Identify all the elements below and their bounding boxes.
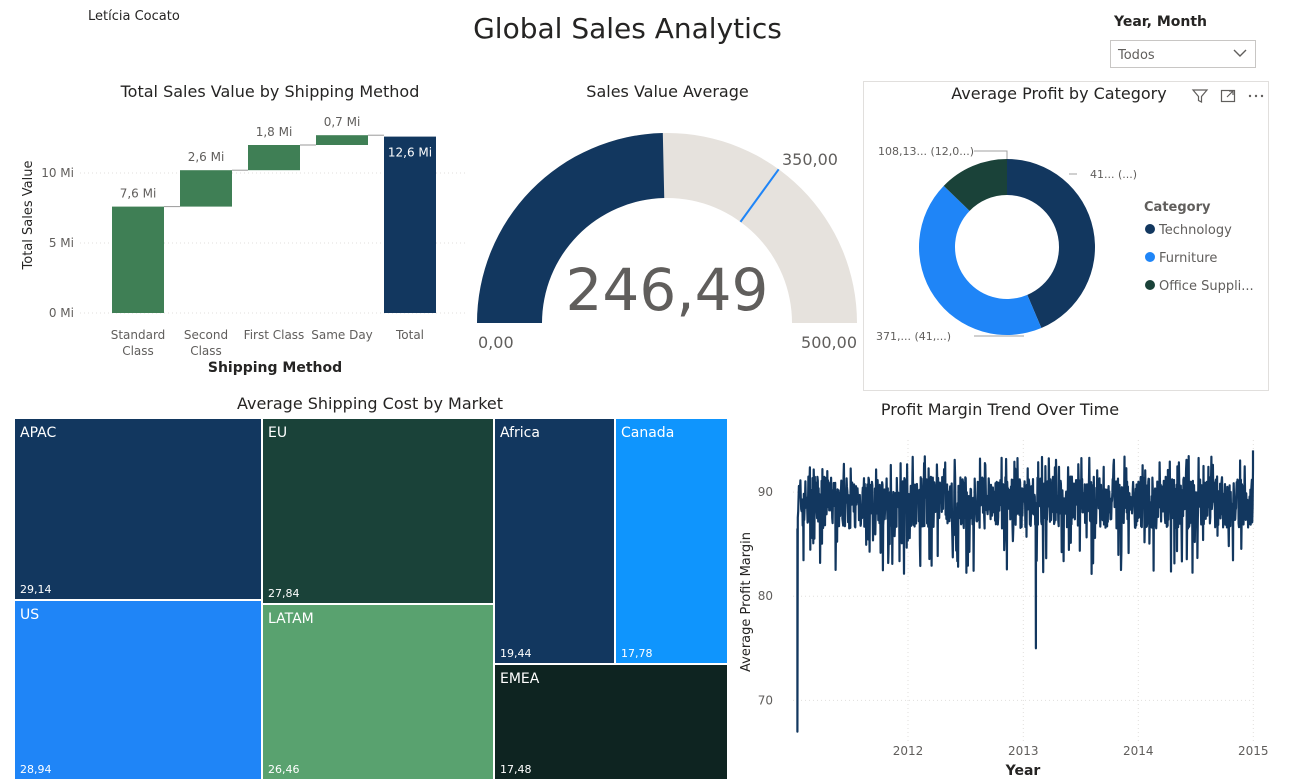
y-tick-label: 70	[758, 693, 773, 707]
x-axis-title: Shipping Method	[208, 360, 342, 376]
waterfall-bar	[112, 206, 164, 313]
year-month-slicer-dropdown[interactable]: Todos	[1110, 40, 1256, 68]
gauge-target-label: 350,00	[782, 150, 838, 169]
x-tick-label: Same Day	[311, 328, 373, 342]
x-tick-label: 2014	[1123, 744, 1154, 758]
treemap-cell-value: 27,84	[268, 587, 300, 600]
y-tick-label: 80	[758, 589, 773, 603]
treemap-cell-value: 17,48	[500, 763, 532, 776]
legend-item: Technology	[1158, 223, 1232, 238]
treemap-cell-value: 29,14	[20, 583, 52, 596]
data-label: 0,7 Mi	[324, 115, 361, 129]
y-axis-title: Total Sales Value	[21, 161, 36, 271]
treemap-cell-name: LATAM	[268, 611, 314, 627]
trend-title: Profit Margin Trend Over Time	[880, 400, 1120, 419]
treemap-cell-us[interactable]: US 28,94	[14, 600, 262, 780]
waterfall-title: Total Sales Value by Shipping Method	[120, 82, 420, 101]
x-tick-label: Class	[190, 344, 222, 358]
treemap-cell-value: 19,44	[500, 647, 532, 660]
x-tick-label: Total	[395, 328, 424, 342]
waterfall-bar	[384, 136, 436, 313]
treemap-cell-canada[interactable]: Canada 17,78	[615, 418, 728, 664]
gauge-value: 246,49	[566, 256, 769, 324]
trend-line-chart: 70 80 90 2012 2013 2014 2015 Average Profit Mar…	[739, 440, 1269, 779]
treemap-cell-name: Africa	[500, 425, 540, 441]
y-tick-label: 10 Mi	[41, 166, 74, 180]
chevron-down-icon	[1233, 49, 1247, 57]
treemap-cell-value: 17,78	[621, 647, 653, 660]
gauge-min-label: 0,00	[478, 333, 514, 352]
leader-line	[974, 150, 1008, 159]
treemap-cell-value: 28,94	[20, 763, 52, 776]
legend-marker	[1145, 280, 1155, 290]
donut-chart: 41... (...) 371,... (41,...) 108,13... (12…	[876, 145, 1254, 343]
legend-item: Office Suppli...	[1159, 279, 1254, 294]
waterfall-bar	[316, 135, 368, 145]
treemap-cell-latam[interactable]: LATAM 26,46	[262, 604, 494, 780]
treemap-cell-name: EU	[268, 425, 288, 441]
donut-panel[interactable]: Average Profit by Category 41... (...) 37…	[863, 81, 1269, 391]
data-label: 2,6 Mi	[188, 150, 225, 164]
year-month-slicer-label: Year, Month	[1114, 14, 1208, 30]
treemap-cell-name: APAC	[20, 425, 57, 441]
treemap-cell-apac[interactable]: APAC 29,14	[14, 418, 262, 600]
x-tick-label: Standard	[111, 328, 166, 342]
x-tick-label: First Class	[244, 328, 305, 342]
gauge-max-label: 500,00	[801, 333, 857, 352]
waterfall-bar	[248, 145, 300, 171]
treemap-chart: APAC 29,14 US 28,94 EU 27,84 LATAM 26,46 Africa 1…	[14, 418, 728, 780]
y-tick-label: 0 Mi	[49, 306, 74, 320]
y-tick-label: 90	[758, 485, 773, 499]
trend-series-line	[796, 450, 1255, 733]
legend-title: Category	[1144, 200, 1211, 215]
legend-marker	[1145, 252, 1155, 262]
gauge-title: Sales Value Average	[586, 82, 749, 101]
treemap-cell-africa[interactable]: Africa 19,44	[494, 418, 615, 664]
waterfall-chart: 0 Mi 5 Mi 10 Mi Total Sales Value 7,6 Mi Stan…	[21, 115, 466, 376]
y-axis-title: Average Profit Margin	[739, 532, 754, 672]
legend-item: Furniture	[1159, 251, 1217, 266]
donut-data-label: 41... (...)	[1090, 168, 1137, 181]
treemap-cell-value: 26,46	[268, 763, 300, 776]
x-tick-label: Second	[184, 328, 228, 342]
treemap-cell-emea[interactable]: EMEA 17,48	[494, 664, 728, 780]
x-tick-label: Class	[122, 344, 154, 358]
treemap-title: Average Shipping Cost by Market	[236, 394, 504, 413]
donut-slice	[919, 185, 1042, 336]
treemap-cell-eu[interactable]: EU 27,84	[262, 418, 494, 604]
y-tick-label: 5 Mi	[49, 236, 74, 250]
donut-data-label: 108,13... (12,0...)	[878, 145, 974, 158]
data-label: 7,6 Mi	[120, 187, 157, 201]
x-tick-label: 2012	[893, 744, 924, 758]
page-title: Global Sales Analytics	[473, 12, 782, 45]
legend-marker	[1145, 224, 1155, 234]
x-tick-label: 2013	[1008, 744, 1039, 758]
slicer-selected-value: Todos	[1118, 48, 1155, 63]
data-label: 12,6 Mi	[388, 146, 432, 160]
gauge-chart: 246,49 0,00 500,00 350,00	[477, 133, 857, 352]
treemap-cell-name: EMEA	[500, 671, 540, 687]
x-tick-label: 2015	[1238, 744, 1269, 758]
treemap-cell-name: Canada	[621, 425, 675, 441]
data-label: 1,8 Mi	[256, 125, 293, 139]
waterfall-bar	[180, 170, 232, 207]
donut-data-label: 371,... (41,...)	[876, 330, 951, 343]
x-axis-title: Year	[1005, 763, 1041, 779]
treemap-cell-name: US	[20, 607, 40, 623]
